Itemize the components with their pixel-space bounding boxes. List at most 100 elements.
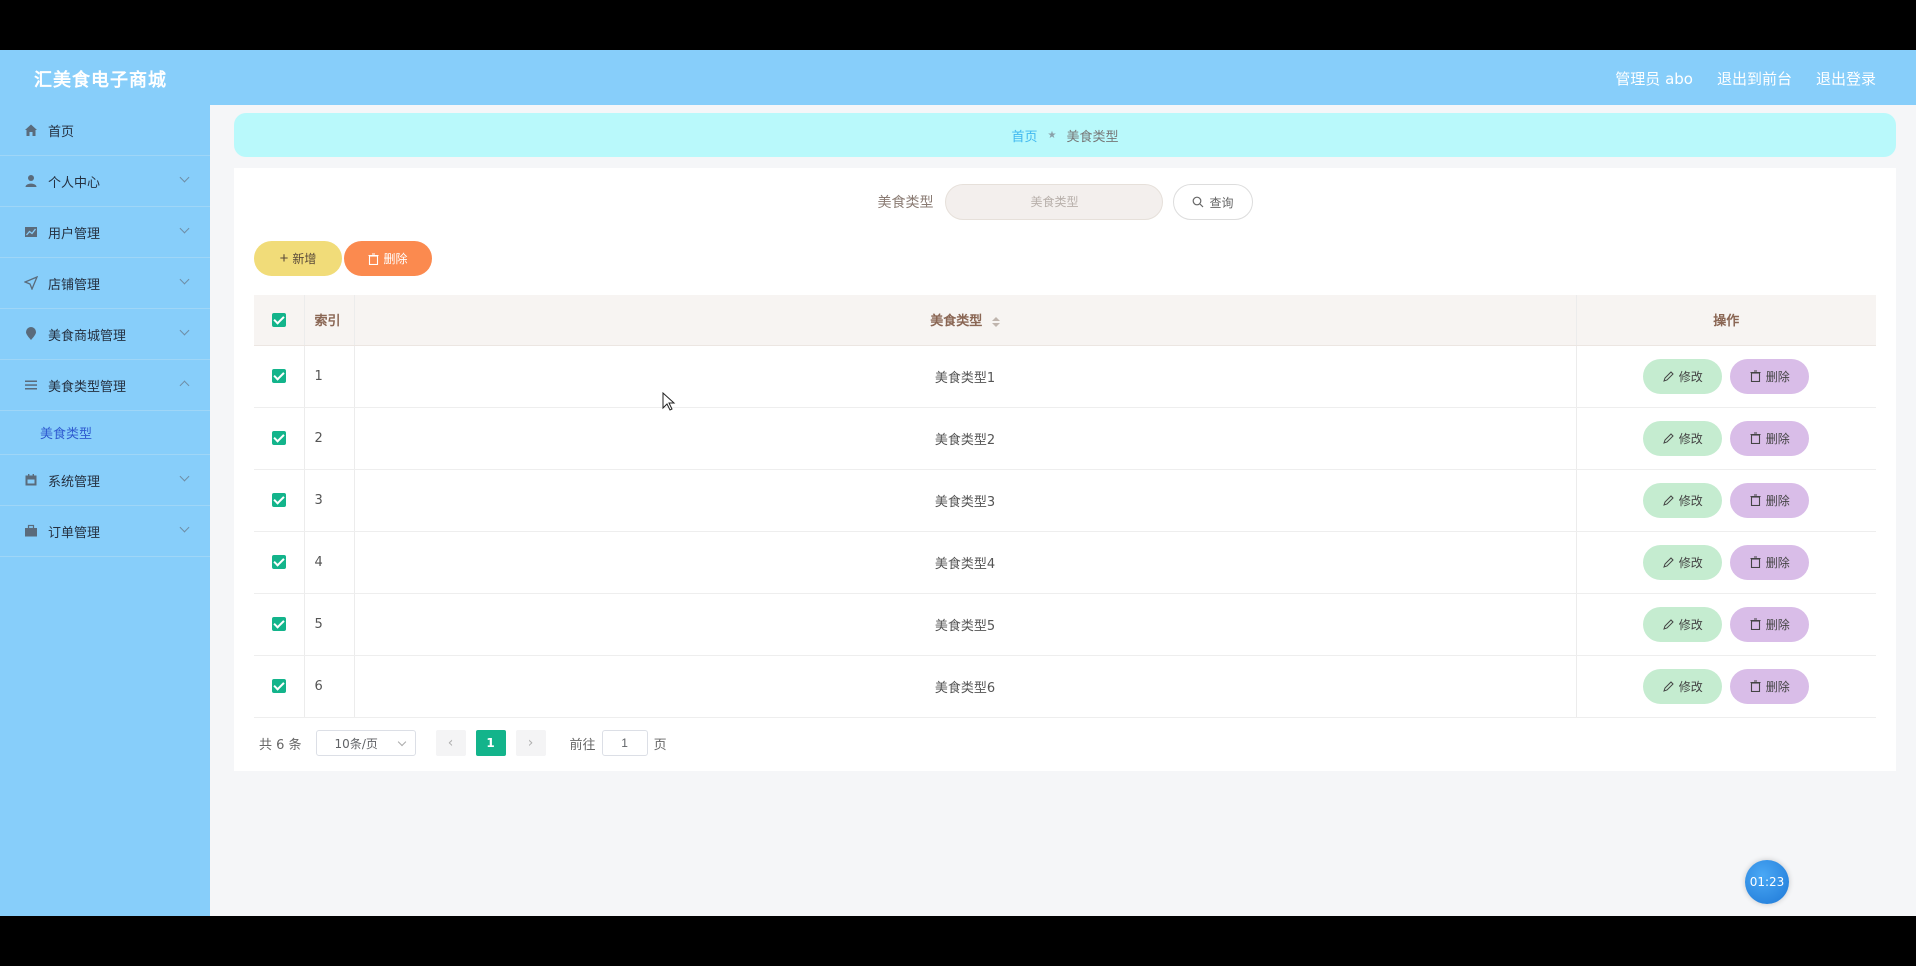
table-row: 3 美食类型3 修改 删除: [254, 469, 1876, 532]
location-icon: [24, 327, 38, 341]
chevron-down-icon: [179, 325, 190, 336]
row-food-type: 美食类型6: [354, 655, 1577, 718]
sidebar-item-order-management[interactable]: 订单管理: [0, 506, 210, 557]
delete-button-label: 删除: [1765, 679, 1790, 694]
select-all-cell: [254, 295, 305, 346]
exit-to-front-link[interactable]: 退出到前台: [1717, 68, 1792, 89]
edit-button[interactable]: 修改: [1643, 606, 1723, 642]
sidebar-item-system-management[interactable]: 系统管理: [0, 455, 210, 506]
trash-icon: [1750, 556, 1761, 568]
add-button[interactable]: + 新增: [254, 241, 342, 276]
delete-button[interactable]: 删除: [1730, 358, 1810, 394]
trash-icon: [1750, 370, 1761, 382]
delete-button[interactable]: 删除: [1730, 482, 1810, 518]
page-size-select[interactable]: 10条/页: [315, 730, 416, 756]
edit-button[interactable]: 修改: [1643, 420, 1723, 456]
row-index: 1: [304, 345, 355, 408]
add-button-label: 新增: [292, 252, 317, 266]
plus-icon: +: [279, 250, 289, 267]
admin-user-link[interactable]: 管理员 abo: [1615, 68, 1693, 89]
edit-button-label: 修改: [1678, 555, 1703, 570]
home-icon: [24, 123, 38, 137]
query-button[interactable]: 查询: [1173, 184, 1253, 220]
edit-button[interactable]: 修改: [1643, 668, 1723, 704]
row-checkbox-cell: [254, 531, 305, 594]
chevron-down-icon: [179, 172, 190, 183]
row-food-type: 美食类型3: [354, 469, 1577, 532]
food-type-search-input[interactable]: [945, 184, 1164, 220]
row-index: 3: [304, 469, 355, 532]
column-header-type[interactable]: 美食类型: [354, 295, 1577, 346]
row-checkbox-cell: [254, 469, 305, 532]
search-label: 美食类型: [877, 195, 934, 211]
delete-button[interactable]: 删除: [1730, 420, 1810, 456]
chevron-down-icon: [179, 471, 190, 482]
row-checkbox[interactable]: [271, 679, 286, 693]
page-number-1[interactable]: 1: [475, 730, 506, 756]
edit-icon: [1662, 680, 1674, 692]
table-row: 2 美食类型2 修改 删除: [254, 407, 1876, 470]
row-checkbox[interactable]: [271, 369, 286, 383]
delete-button-label: 删除: [1765, 617, 1790, 632]
next-page-button[interactable]: ›: [515, 730, 546, 756]
delete-button[interactable]: 删除: [1730, 606, 1810, 642]
row-operations: 修改 删除: [1576, 345, 1876, 408]
row-index: 5: [304, 593, 355, 656]
sidebar-item-user-management[interactable]: 用户管理: [0, 207, 210, 258]
timer-badge: 01:23: [1745, 860, 1789, 904]
table-row: 4 美食类型4 修改 删除: [254, 531, 1876, 594]
row-checkbox[interactable]: [271, 493, 286, 507]
sort-icon[interactable]: [991, 316, 1000, 327]
query-button-label: 查询: [1209, 195, 1234, 210]
star-separator-icon: ★: [1047, 129, 1057, 141]
edit-icon: [1662, 556, 1674, 568]
table-row: 1 美食类型1 修改 删除: [254, 345, 1876, 408]
row-operations: 修改 删除: [1576, 469, 1876, 532]
delete-button-label: 删除: [1765, 555, 1790, 570]
sidebar-item-label: 美食类型管理: [48, 379, 127, 395]
top-header: 汇美食电子商城 管理员 abo 退出到前台 退出登录: [0, 50, 1916, 105]
edit-icon: [1662, 432, 1674, 444]
sidebar-item-food-mall-management[interactable]: 美食商城管理: [0, 309, 210, 360]
sidebar-item-label: 用户管理: [48, 226, 101, 242]
edit-icon: [1662, 370, 1674, 382]
table-body: 1 美食类型1 修改 删除 2 美食类型2 修改 删除 3 美食类型3 修改 删除 4 美食类型4 修改 删除…: [254, 345, 1876, 718]
row-checkbox[interactable]: [271, 617, 286, 631]
trash-icon: [1750, 680, 1761, 692]
sidebar-item-home[interactable]: 首页: [0, 105, 210, 156]
logout-link[interactable]: 退出登录: [1816, 68, 1876, 89]
delete-button[interactable]: 删除: [1730, 668, 1810, 704]
row-checkbox-cell: [254, 345, 305, 408]
row-checkbox[interactable]: [271, 555, 286, 569]
sidebar-item-label: 订单管理: [48, 525, 101, 541]
edit-button[interactable]: 修改: [1643, 544, 1723, 580]
select-all-checkbox[interactable]: [271, 312, 286, 327]
content-panel: 美食类型 查询 + 新增 删除 索引: [234, 168, 1896, 771]
table-row: 5 美食类型5 修改 删除: [254, 593, 1876, 656]
row-operations: 修改 删除: [1576, 531, 1876, 594]
sidebar-subitem-food-type[interactable]: 美食类型: [0, 411, 210, 455]
prev-page-button[interactable]: ‹: [435, 730, 466, 756]
row-food-type: 美食类型4: [354, 531, 1577, 594]
sidebar-item-food-type-management[interactable]: 美食类型管理: [0, 360, 210, 411]
top-nav: 管理员 abo 退出到前台 退出登录: [1615, 68, 1876, 89]
chevron-down-icon: [179, 274, 190, 285]
table-row: 6 美食类型6 修改 删除: [254, 655, 1876, 718]
row-checkbox[interactable]: [271, 431, 286, 445]
sidebar-item-label: 首页: [48, 124, 75, 140]
bulk-delete-button[interactable]: 删除: [344, 241, 432, 276]
row-checkbox-cell: [254, 655, 305, 718]
breadcrumb-home[interactable]: 首页: [1012, 126, 1038, 145]
edit-button[interactable]: 修改: [1643, 482, 1723, 518]
pagination-total: 共 6 条: [259, 737, 302, 753]
goto-page-input[interactable]: [601, 730, 648, 756]
edit-button[interactable]: 修改: [1643, 358, 1723, 394]
sidebar-item-shop-management[interactable]: 店铺管理: [0, 258, 210, 309]
sidebar-item-personal-center[interactable]: 个人中心: [0, 156, 210, 207]
sidebar-item-label: 系统管理: [48, 474, 101, 490]
delete-button-label: 删除: [1765, 369, 1790, 384]
food-type-table: 索引 美食类型 操作 1 美食类型1 修改 删除 2 美食类型2 修改 删除 3 美食类型3 修改删…: [254, 295, 1876, 718]
edit-button-label: 修改: [1678, 679, 1703, 694]
row-index: 4: [304, 531, 355, 594]
delete-button[interactable]: 删除: [1730, 544, 1810, 580]
